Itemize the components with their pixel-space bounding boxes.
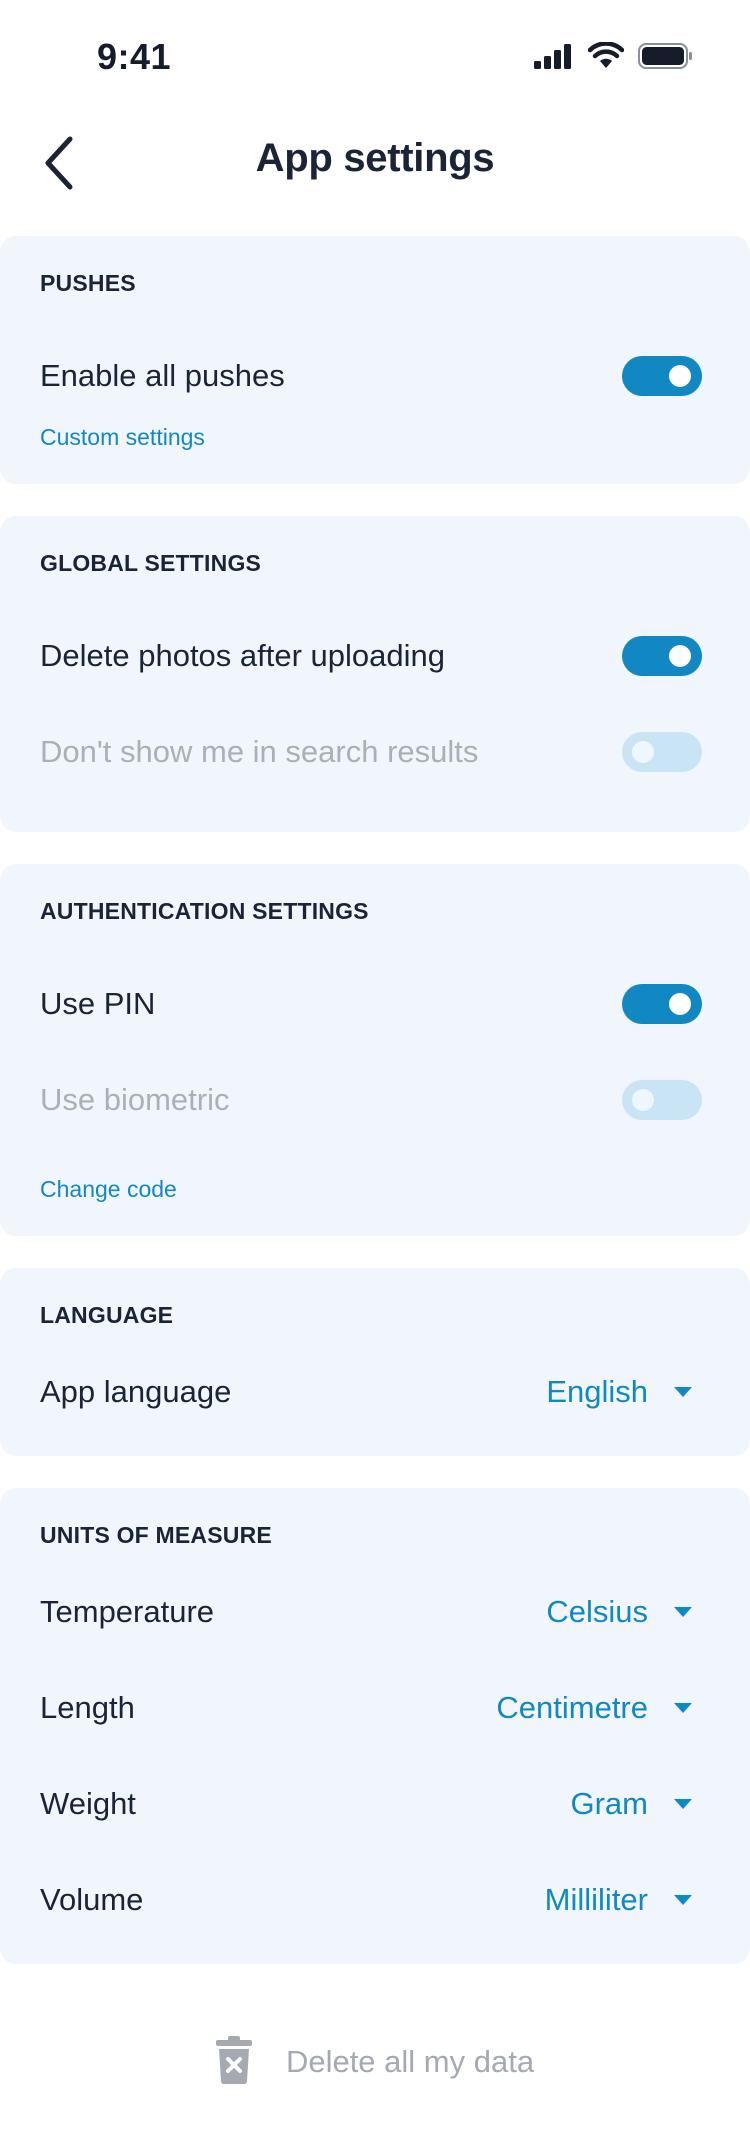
- battery-icon: [638, 42, 694, 75]
- use-biometric-toggle[interactable]: [622, 1080, 702, 1120]
- navigation-bar: App settings: [0, 116, 750, 226]
- delete-all-data-label: Delete all my data: [285, 2044, 535, 2079]
- temperature-row: Temperature Celsius: [0, 1582, 750, 1642]
- hide-in-search-label: Don't show me in search results: [40, 734, 479, 769]
- page-title: App settings: [255, 136, 495, 180]
- caret-down-icon: [674, 1607, 692, 1617]
- toggle-knob: [669, 993, 691, 1015]
- temperature-select[interactable]: Celsius: [546, 1594, 692, 1630]
- wifi-icon: [587, 41, 625, 75]
- global-settings-section: GLOBAL SETTINGS Delete photos after uplo…: [0, 516, 750, 832]
- weight-label: Weight: [40, 1786, 136, 1821]
- weight-value: Gram: [570, 1786, 649, 1821]
- toggle-knob: [632, 741, 654, 763]
- enable-all-pushes-toggle[interactable]: [622, 356, 702, 396]
- caret-down-icon: [674, 1387, 692, 1397]
- units-of-measure-section: UNITS OF MEASURE Temperature Celsius Len…: [0, 1488, 750, 1964]
- hide-in-search-row: Don't show me in search results: [0, 722, 750, 782]
- weight-row: Weight Gram: [0, 1774, 750, 1834]
- language-section: LANGUAGE App language English: [0, 1268, 750, 1456]
- status-icons: [534, 41, 694, 75]
- temperature-label: Temperature: [40, 1594, 215, 1629]
- authentication-settings-section: AUTHENTICATION SETTINGS Use PIN Use biom…: [0, 864, 750, 1236]
- volume-select[interactable]: Milliliter: [545, 1882, 692, 1918]
- use-biometric-label: Use biometric: [40, 1082, 230, 1117]
- section-title: LANGUAGE: [40, 1302, 174, 1328]
- volume-row: Volume Milliliter: [0, 1870, 750, 1930]
- enable-all-pushes-row: Enable all pushes: [0, 346, 750, 406]
- section-title: UNITS OF MEASURE: [40, 1522, 272, 1548]
- use-pin-row: Use PIN: [0, 974, 750, 1034]
- cellular-signal-icon: [534, 43, 574, 74]
- toggle-knob: [669, 645, 691, 667]
- caret-down-icon: [674, 1799, 692, 1809]
- status-time: 9:41: [97, 36, 172, 77]
- custom-settings-link[interactable]: Custom settings: [40, 424, 205, 451]
- pushes-section: PUSHES Enable all pushes Custom settings: [0, 236, 750, 484]
- length-select[interactable]: Centimetre: [496, 1690, 692, 1726]
- length-row: Length Centimetre: [0, 1678, 750, 1738]
- temperature-value: Celsius: [546, 1594, 648, 1629]
- volume-label: Volume: [40, 1882, 144, 1917]
- caret-down-icon: [674, 1703, 692, 1713]
- length-value: Centimetre: [496, 1690, 648, 1725]
- change-code-link[interactable]: Change code: [40, 1176, 177, 1203]
- trash-icon: [215, 2035, 252, 2089]
- use-biometric-row: Use biometric: [0, 1070, 750, 1130]
- app-language-select[interactable]: English: [546, 1374, 692, 1410]
- volume-value: Milliliter: [544, 1882, 648, 1917]
- use-pin-toggle[interactable]: [622, 984, 702, 1024]
- toggle-knob: [669, 365, 691, 387]
- section-title: GLOBAL SETTINGS: [40, 550, 262, 576]
- toggle-knob: [632, 1089, 654, 1111]
- enable-all-pushes-label: Enable all pushes: [40, 358, 285, 393]
- section-title: PUSHES: [40, 270, 136, 296]
- delete-photos-toggle[interactable]: [622, 636, 702, 676]
- caret-down-icon: [674, 1895, 692, 1905]
- app-language-label: App language: [40, 1374, 232, 1409]
- app-language-row: App language English: [0, 1362, 750, 1422]
- delete-all-data-button[interactable]: Delete all my data: [0, 2030, 750, 2094]
- status-bar: 9:41: [0, 0, 750, 116]
- delete-photos-label: Delete photos after uploading: [40, 638, 446, 673]
- delete-photos-row: Delete photos after uploading: [0, 626, 750, 686]
- hide-in-search-toggle[interactable]: [622, 732, 702, 772]
- use-pin-label: Use PIN: [40, 986, 156, 1021]
- weight-select[interactable]: Gram: [570, 1786, 692, 1822]
- app-language-value: English: [546, 1374, 648, 1409]
- length-label: Length: [40, 1690, 135, 1725]
- section-title: AUTHENTICATION SETTINGS: [40, 898, 369, 924]
